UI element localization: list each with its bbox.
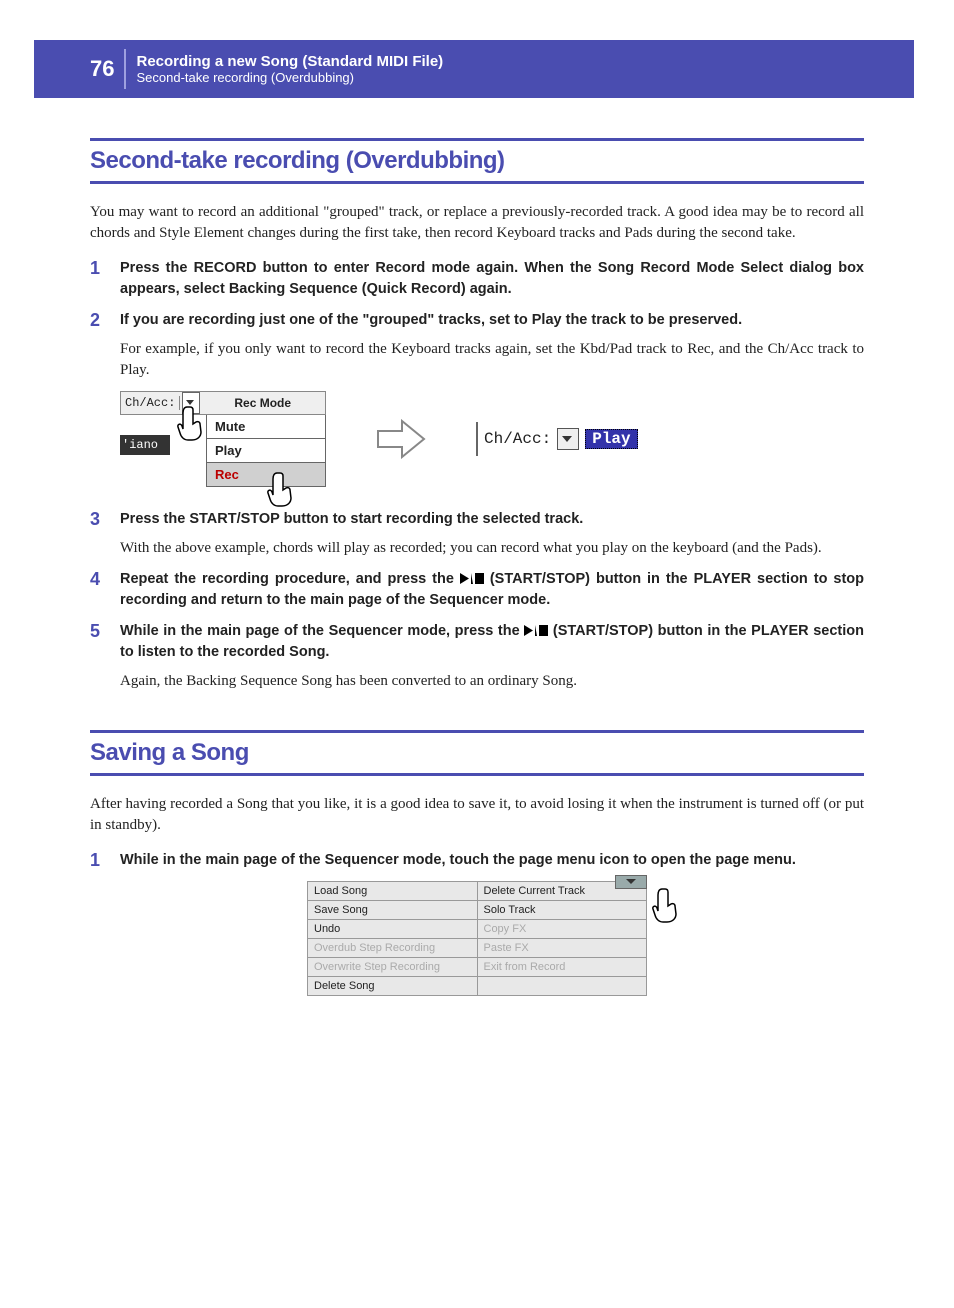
menu-tab-icon[interactable]	[615, 875, 647, 889]
pointer-hand-icon	[262, 469, 302, 513]
rec-mode-title: Rec Mode	[200, 396, 325, 410]
step-number: 1	[90, 850, 120, 871]
section-heading-save: Saving a Song	[90, 739, 864, 767]
step-instruction: Press the RECORD button to enter Record …	[120, 258, 864, 300]
menu-overdub-step: Overdub Step Recording	[308, 939, 478, 958]
menu-overwrite-step: Overwrite Step Recording	[308, 958, 478, 977]
rec-mode-dropdown: Ch/Acc: Rec Mode Mute Play Rec 'iano	[120, 391, 326, 487]
result-value: Play	[585, 429, 637, 449]
page-content: Second-take recording (Overdubbing) You …	[90, 138, 864, 996]
menu-save-song[interactable]: Save Song	[308, 901, 478, 920]
step-instruction: While in the main page of the Sequencer …	[120, 850, 864, 871]
menu-delete-song[interactable]: Delete Song	[308, 977, 478, 996]
step-1: 1 Press the RECORD button to enter Recor…	[90, 258, 864, 300]
menu-solo-track[interactable]: Solo Track	[477, 901, 647, 920]
section-rule	[90, 773, 864, 776]
section-subtitle: Second-take recording (Overdubbing)	[136, 70, 443, 85]
step-number: 5	[90, 621, 120, 692]
step-instruction: Repeat the recording procedure, and pres…	[120, 569, 864, 611]
menu-undo[interactable]: Undo	[308, 920, 478, 939]
step-2: 2 If you are recording just one of the "…	[90, 310, 864, 381]
step-4: 4 Repeat the recording procedure, and pr…	[90, 569, 864, 611]
step-detail: Again, the Backing Sequence Song has bee…	[120, 671, 864, 692]
step-detail: For example, if you only want to record …	[120, 339, 864, 381]
page-number: 76	[34, 49, 126, 89]
figure-rec-mode: Ch/Acc: Rec Mode Mute Play Rec 'iano Ch/…	[120, 391, 864, 487]
arrow-right-icon	[376, 419, 426, 459]
step-instruction: Press the START/STOP button to start rec…	[120, 509, 864, 530]
piano-label: 'iano	[120, 435, 170, 455]
menu-item-play[interactable]: Play	[207, 439, 325, 463]
result-label: Ch/Acc:	[484, 430, 551, 448]
play-stop-icon	[460, 573, 484, 584]
step-detail: With the above example, chords will play…	[120, 538, 864, 559]
chapter-title: Recording a new Song (Standard MIDI File…	[136, 53, 443, 70]
step-instruction: If you are recording just one of the "gr…	[120, 310, 864, 331]
menu-item-mute[interactable]: Mute	[207, 415, 325, 439]
save-step-1: 1 While in the main page of the Sequence…	[90, 850, 864, 871]
intro-paragraph: You may want to record an additional "gr…	[90, 202, 864, 244]
step-number: 1	[90, 258, 120, 300]
menu-load-song[interactable]: Load Song	[308, 882, 478, 901]
header-titles: Recording a new Song (Standard MIDI File…	[126, 53, 443, 85]
page-header: 76 Recording a new Song (Standard MIDI F…	[34, 40, 914, 98]
page-menu-table: Load SongDelete Current Track Save SongS…	[307, 881, 647, 996]
section-rule	[90, 181, 864, 184]
pointer-hand-icon	[172, 403, 212, 447]
menu-copy-fx: Copy FX	[477, 920, 647, 939]
intro-paragraph: After having recorded a Song that you li…	[90, 794, 864, 836]
step-instruction: While in the main page of the Sequencer …	[120, 621, 864, 663]
step-5: 5 While in the main page of the Sequence…	[90, 621, 864, 692]
menu-exit-record: Exit from Record	[477, 958, 647, 977]
result-chacc: Ch/Acc: Play	[476, 422, 638, 456]
figure-page-menu: Load SongDelete Current Track Save SongS…	[307, 881, 647, 996]
step-number: 3	[90, 509, 120, 559]
section-heading-overdub: Second-take recording (Overdubbing)	[90, 147, 864, 175]
section-rule	[90, 730, 864, 733]
pointer-hand-icon	[647, 885, 687, 929]
menu-paste-fx: Paste FX	[477, 939, 647, 958]
section-rule	[90, 138, 864, 141]
menu-empty	[477, 977, 647, 996]
dropdown-caret-icon[interactable]	[557, 428, 579, 450]
step-number: 2	[90, 310, 120, 381]
step-number: 4	[90, 569, 120, 611]
play-stop-icon	[524, 625, 548, 636]
step-3: 3 Press the START/STOP button to start r…	[90, 509, 864, 559]
